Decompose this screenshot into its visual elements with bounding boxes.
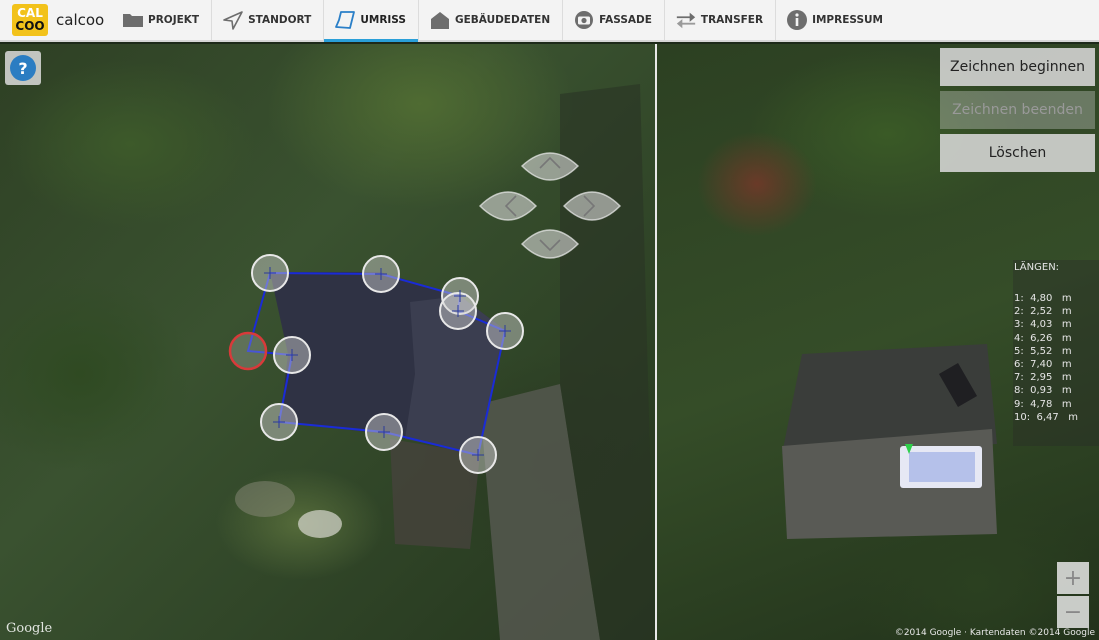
end-drawing-button[interactable]: Zeichnen beenden (940, 91, 1095, 129)
help-icon: ? (10, 55, 36, 81)
transfer-arrows-icon (675, 10, 697, 30)
length-row: 8: 0,93 m (1014, 385, 1072, 397)
preview-map-pane[interactable]: Zeichnen beginnen Zeichnen beenden Lösch… (657, 44, 1099, 640)
tab-label: FASSADE (599, 14, 652, 26)
length-row: 4: 6,26 m (1014, 332, 1072, 344)
camera-icon (573, 10, 595, 30)
location-arrow-icon (222, 10, 244, 30)
lengths-panel: LÄNGEN: 1: 4,80 m 2: 2,52 m 3: 4,03 m 4:… (1013, 260, 1099, 446)
tab-standort[interactable]: STANDORT (212, 0, 325, 40)
tab-umriss[interactable]: UMRISS (324, 0, 419, 42)
garden-path (235, 481, 295, 517)
outline-shape-icon (334, 10, 356, 30)
tab-transfer[interactable]: TRANSFER (665, 0, 777, 40)
calcoo-logo: CAL COO (12, 4, 48, 36)
selected-vertex-handle[interactable] (228, 331, 268, 371)
tab-gebaeudedaten[interactable]: GEBÄUDEDATEN (419, 0, 564, 40)
tab-label: UMRISS (360, 14, 406, 26)
help-button[interactable]: ? (5, 51, 41, 85)
brand: CAL COO calcoo (0, 0, 112, 40)
tab-fassade[interactable]: FASSADE (563, 0, 665, 40)
logo-text-bottom: COO (15, 19, 45, 33)
length-row: 7: 2,95 m (1014, 372, 1072, 384)
top-navigation-bar: CAL COO calcoo PROJEKT STANDORT UMRISS G… (0, 0, 1099, 42)
length-row: 5: 5,52 m (1014, 345, 1072, 357)
length-row: 9: 4,78 m (1014, 398, 1072, 410)
tab-projekt[interactable]: PROJEKT (112, 0, 213, 40)
pan-left-button[interactable] (478, 191, 538, 221)
delete-button[interactable]: Löschen (940, 134, 1095, 172)
google-logo: Google (6, 621, 53, 636)
length-row: 2: 2,52 m (1014, 306, 1072, 318)
tab-label: TRANSFER (700, 14, 764, 26)
length-row: 10: 6,47 m (1014, 411, 1078, 423)
tab-label: STANDORT (248, 14, 312, 26)
start-drawing-button[interactable]: Zeichnen beginnen (940, 48, 1095, 86)
folder-icon (122, 10, 144, 30)
length-row: 3: 4,03 m (1014, 319, 1072, 331)
zoom-out-button[interactable]: − (1057, 596, 1089, 628)
outline-map-pane[interactable]: ? Google (0, 44, 655, 640)
tab-label: PROJEKT (148, 14, 200, 26)
lengths-title: LÄNGEN: (1014, 262, 1060, 273)
info-icon (786, 10, 808, 30)
app-name: calcoo (56, 11, 105, 29)
length-row: 6: 7,40 m (1014, 358, 1072, 370)
map-copyright: ©2014 Google · Kartendaten ©2014 Google (894, 628, 1095, 638)
zoom-in-button[interactable]: + (1057, 562, 1089, 594)
tab-impressum[interactable]: IMPRESSUM (776, 0, 895, 40)
house-icon (429, 10, 451, 30)
solar-panel-cells (909, 452, 975, 482)
satellite-imagery (228, 84, 655, 640)
garden-furniture (298, 510, 342, 538)
tab-label: GEBÄUDEDATEN (454, 14, 551, 26)
length-row: 1: 4,80 m (1014, 293, 1072, 304)
tab-label: IMPRESSUM (812, 14, 883, 26)
